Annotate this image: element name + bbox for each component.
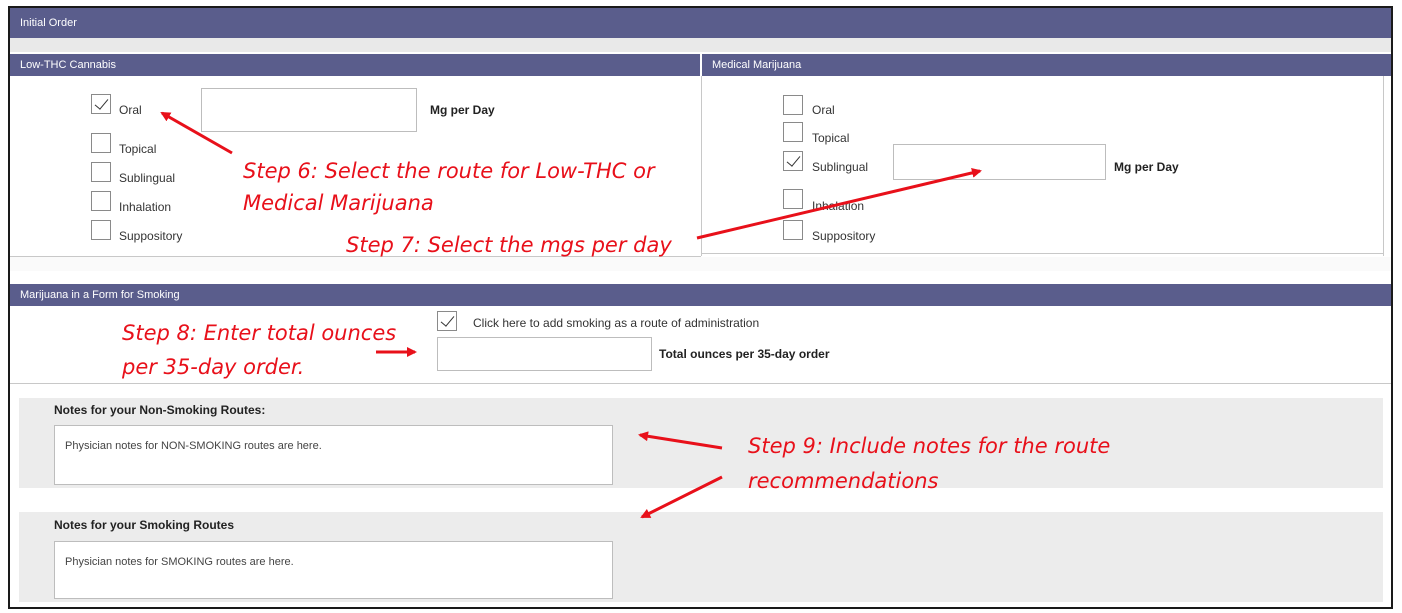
step9-arrow-up (638, 431, 723, 450)
step7-arrow (696, 167, 982, 240)
annotation-arrows (160, 111, 982, 519)
step6-arrow (160, 111, 233, 155)
step9-arrow-down (640, 475, 723, 519)
